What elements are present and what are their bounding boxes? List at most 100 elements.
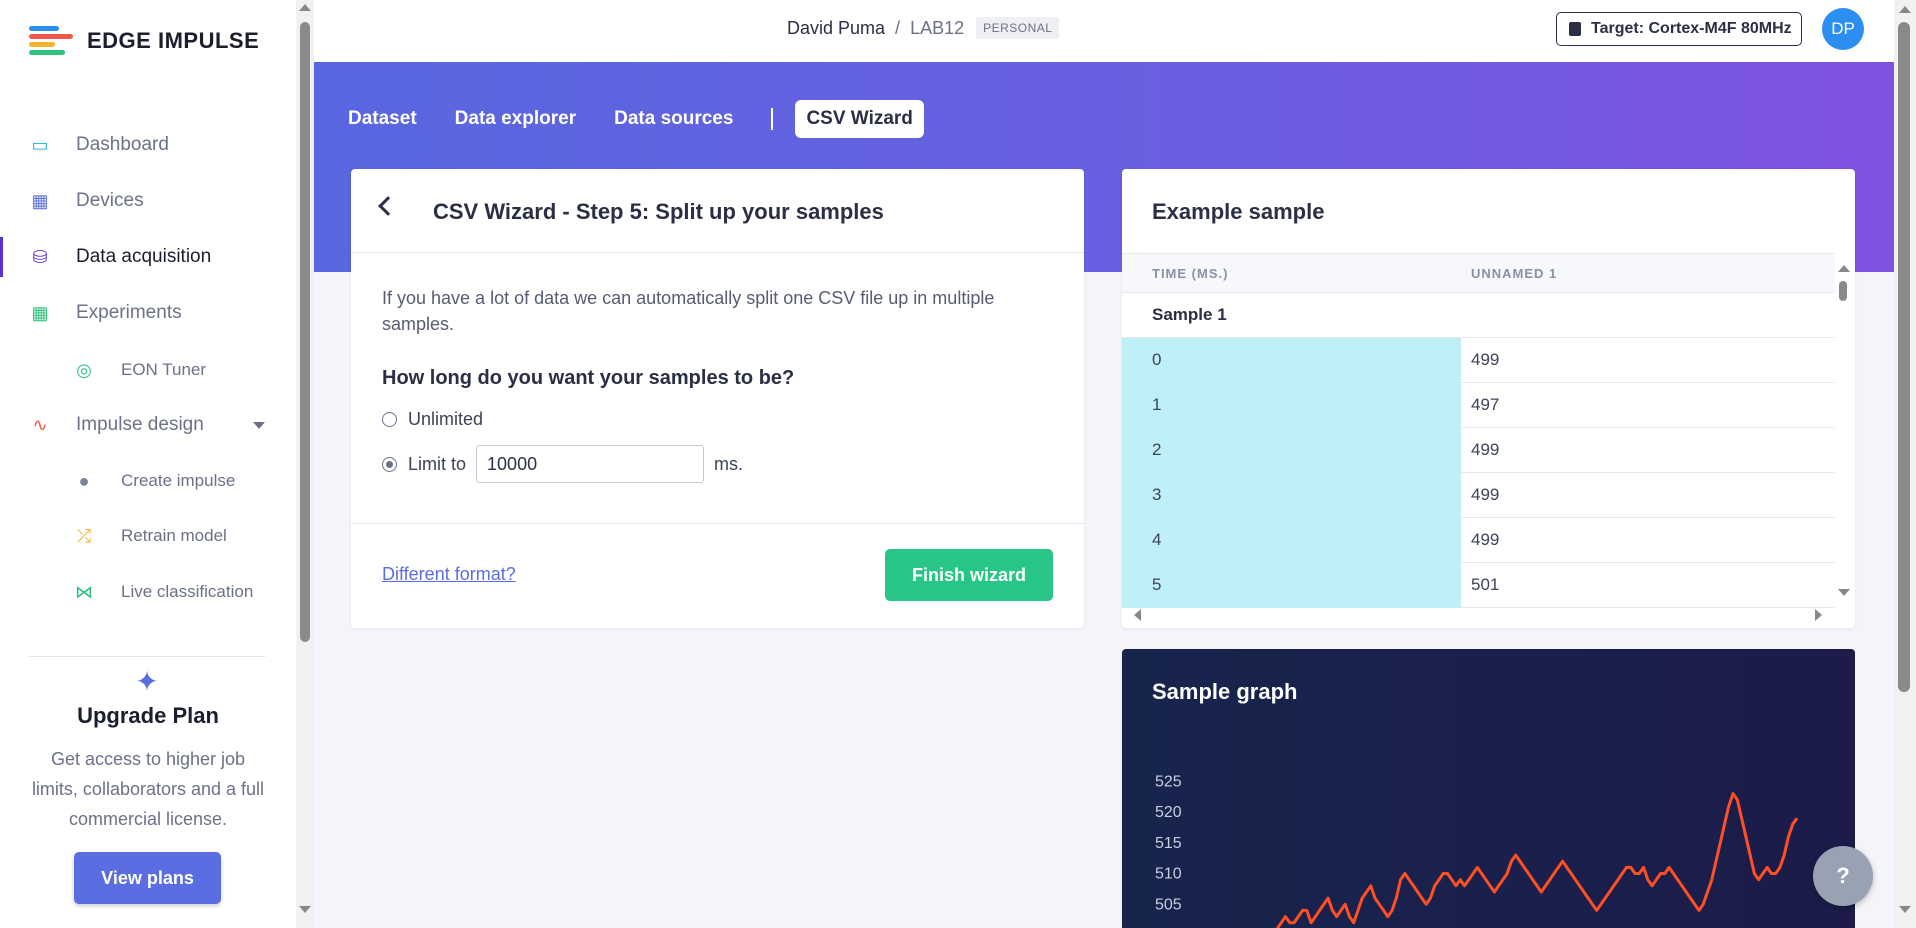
compass-icon: ◎: [76, 359, 92, 380]
time-cell: 2: [1122, 427, 1461, 473]
sidebar-item-devices[interactable]: ▦ Devices: [0, 177, 296, 225]
sample-length-question: How long do you want your samples to be?: [382, 367, 795, 389]
sidebar-item-label: Live classification: [121, 582, 254, 601]
breadcrumb-separator: /: [895, 17, 901, 38]
sidebar-item-label: Devices: [76, 190, 144, 211]
sidebar-item-data-acquisition[interactable]: ⛁ Data acquisition: [0, 233, 296, 281]
breadcrumb: David Puma / LAB12 PERSONAL: [787, 17, 1060, 39]
back-chevron-icon[interactable]: [378, 196, 398, 216]
y-tick-label: 525: [1155, 773, 1182, 790]
different-format-link[interactable]: Different format?: [382, 564, 516, 585]
target-device-button[interactable]: Target: Cortex-M4F 80MHz: [1556, 12, 1802, 46]
breadcrumb-project[interactable]: LAB12: [910, 18, 964, 39]
time-cell: 4: [1122, 517, 1461, 563]
y-tick-label: 520: [1155, 804, 1182, 821]
tab-dataset[interactable]: Dataset: [348, 108, 417, 130]
network-icon: ⋈: [75, 581, 93, 602]
sample-group-row: Sample 1: [1122, 293, 1835, 338]
y-tick-label: 515: [1155, 835, 1182, 852]
sparkles-icon: ✦: [135, 666, 159, 697]
scroll-down-arrow-icon[interactable]: [1838, 589, 1850, 596]
table-scrollbar-thumb[interactable]: [1839, 281, 1847, 301]
limit-option[interactable]: Limit to ms.: [382, 445, 743, 483]
upgrade-text: Get access to higher job limits, collabo…: [31, 749, 265, 829]
sidebar-item-label: Retrain model: [121, 526, 227, 545]
sidebar-item-create-impulse[interactable]: ● Create impulse: [0, 457, 296, 505]
unlimited-radio[interactable]: [382, 412, 397, 427]
sample-graph-card: 525 520 515 510 505 Sample graph: [1122, 649, 1855, 928]
sidebar-item-eon-tuner[interactable]: ◎ EON Tuner: [0, 346, 296, 394]
sidebar-item-label: Data acquisition: [76, 246, 212, 267]
finish-wizard-button[interactable]: Finish wizard: [885, 549, 1053, 601]
limit-radio[interactable]: [382, 456, 397, 472]
dot-icon: ●: [78, 470, 90, 491]
table-header: TIME (MS.) UNNAMED 1: [1122, 253, 1835, 293]
card-header: CSV Wizard - Step 5: Split up your sampl…: [351, 169, 1084, 253]
table-row: 2 499: [1122, 427, 1835, 473]
time-cell: 5: [1122, 562, 1461, 608]
caret-down-icon[interactable]: [253, 421, 265, 429]
sidebar-scrollbar-thumb[interactable]: [300, 22, 310, 642]
help-icon[interactable]: ?: [1813, 846, 1873, 906]
sidebar-item-live-classification[interactable]: ⋈ Live classification: [0, 568, 296, 616]
unlimited-label: Unlimited: [408, 409, 484, 429]
unlimited-option[interactable]: Unlimited: [382, 409, 483, 430]
project-type-badge: PERSONAL: [976, 17, 1060, 39]
table-row: 3 499: [1122, 472, 1835, 518]
scroll-right-arrow-icon[interactable]: [1815, 609, 1822, 621]
sidebar-item-label: Create impulse: [121, 471, 236, 490]
pulse-icon: ∿: [32, 414, 48, 435]
table-row: 5 501: [1122, 562, 1835, 608]
limit-unit: ms.: [714, 453, 744, 474]
sidebar-item-retrain-model[interactable]: ⤮ Retrain model: [0, 512, 296, 560]
column-header: TIME (MS.): [1152, 265, 1229, 281]
top-bar: David Puma / LAB12 PERSONAL Target: Cort…: [314, 0, 1894, 62]
avatar[interactable]: DP: [1822, 8, 1864, 50]
sidebar-item-label: Impulse design: [76, 414, 204, 435]
y-tick-label: 505: [1155, 896, 1182, 913]
shuffle-icon: ⤮: [76, 525, 92, 546]
sample-table: TIME (MS.) UNNAMED 1 Sample 1 0 499 1 497 2 4…: [1122, 253, 1835, 608]
value-cell: 497: [1471, 395, 1500, 414]
scroll-down-arrow-icon[interactable]: [1899, 906, 1911, 913]
time-cell: 1: [1122, 382, 1461, 428]
time-cell: 0: [1122, 337, 1461, 383]
scroll-left-arrow-icon[interactable]: [1134, 609, 1141, 621]
target-label: Target: Cortex-M4F 80MHz: [1591, 20, 1792, 37]
wizard-description: If you have a lot of data we can automat…: [382, 288, 995, 334]
sidebar-item-label: EON Tuner: [121, 360, 207, 379]
sidebar: EDGE IMPULSE ▭ Dashboard ▦ Devices ⛁ Data acq…: [0, 0, 314, 928]
chip-icon: ▦: [31, 190, 49, 211]
scroll-up-arrow-icon[interactable]: [1838, 265, 1850, 272]
view-plans-button[interactable]: View plans: [74, 852, 221, 904]
limit-ms-input[interactable]: [476, 445, 705, 483]
table-row: 4 499: [1122, 517, 1835, 563]
breadcrumb-user[interactable]: David Puma: [787, 18, 885, 39]
sidebar-item-experiments[interactable]: ▦ Experiments: [0, 289, 296, 337]
scroll-down-arrow-icon[interactable]: [299, 906, 311, 913]
database-icon: ⛁: [32, 246, 48, 267]
divider: [351, 523, 1084, 524]
table-row: 0 499: [1122, 337, 1835, 383]
page-scrollbar-thumb[interactable]: [1898, 22, 1910, 692]
tab-data-explorer[interactable]: Data explorer: [455, 108, 576, 130]
value-cell: 499: [1471, 530, 1500, 549]
sidebar-item-impulse-design[interactable]: ∿ Impulse design: [0, 401, 296, 449]
value-cell: 501: [1471, 575, 1500, 594]
chip-icon: [1569, 22, 1581, 36]
tab-csv-wizard[interactable]: CSV Wizard: [795, 100, 924, 138]
tab-data-sources[interactable]: Data sources: [614, 108, 733, 130]
monitor-icon: ▭: [31, 134, 49, 155]
series-line: [1275, 792, 1799, 928]
scroll-up-arrow-icon[interactable]: [299, 4, 311, 11]
column-header: UNNAMED 1: [1471, 265, 1558, 281]
sidebar-item-dashboard[interactable]: ▭ Dashboard: [0, 121, 296, 169]
wizard-title: CSV Wizard - Step 5: Split up your sampl…: [433, 199, 884, 224]
scroll-up-arrow-icon[interactable]: [1899, 6, 1911, 13]
upgrade-title: Upgrade Plan: [77, 703, 219, 728]
example-sample-title: Example sample: [1152, 199, 1325, 224]
y-tick-label: 510: [1155, 866, 1182, 883]
logo[interactable]: EDGE IMPULSE: [29, 26, 259, 56]
sidebar-item-label: Experiments: [76, 302, 182, 323]
limit-label: Limit to: [408, 453, 467, 474]
